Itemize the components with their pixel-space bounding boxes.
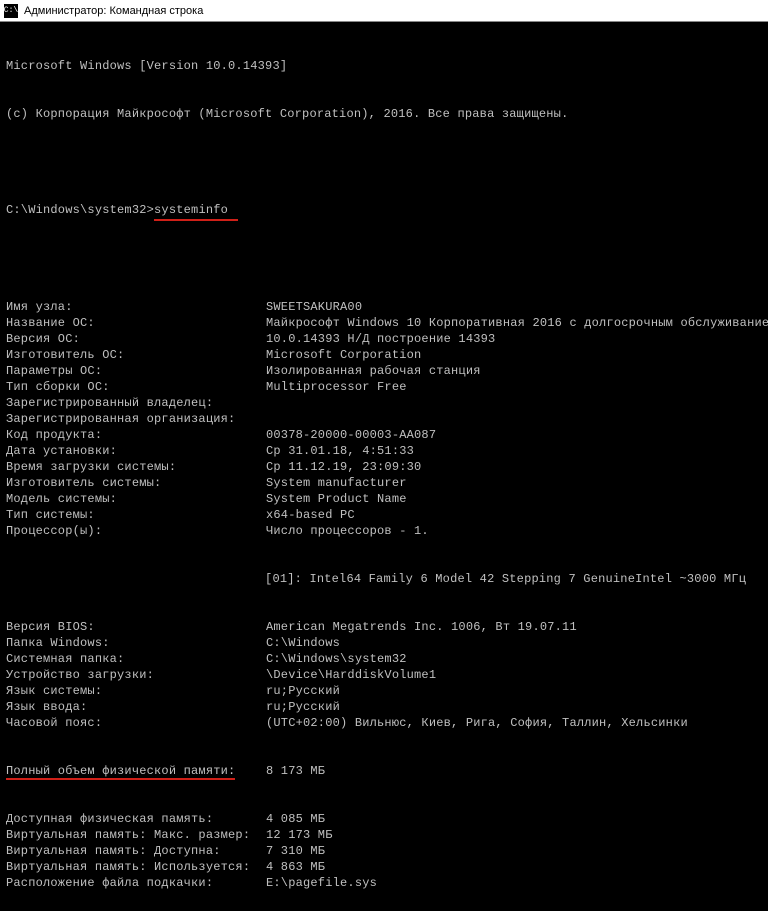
info-row: Версия BIOS:American Megatrends Inc. 100… <box>6 619 762 635</box>
info-row: Изготовитель системы:System manufacturer <box>6 475 762 491</box>
info-row: Устройство загрузки:\Device\HarddiskVolu… <box>6 667 762 683</box>
info-row: Название ОС:Майкрософт Windows 10 Корпор… <box>6 315 762 331</box>
info-row: Язык ввода:ru;Русский <box>6 699 762 715</box>
cmd-icon: C:\ <box>4 4 18 18</box>
info-value: 4 863 МБ <box>266 860 325 874</box>
info-row: Время загрузки системы:Ср 11.12.19, 23:0… <box>6 459 762 475</box>
info-label: Часовой пояс: <box>6 715 266 731</box>
info-row: Версия ОС:10.0.14393 Н/Д построение 1439… <box>6 331 762 347</box>
info-value: 12 173 МБ <box>266 828 333 842</box>
info-row: Изготовитель ОС:Microsoft Corporation <box>6 347 762 363</box>
info-label: Зарегистрированный владелец: <box>6 395 266 411</box>
info-row: Код продукта:00378-20000-00003-AA087 <box>6 427 762 443</box>
header-line-1: Microsoft Windows [Version 10.0.14393] <box>6 58 762 74</box>
info-label: Имя узла: <box>6 299 266 315</box>
info-value: \Device\HarddiskVolume1 <box>266 668 436 682</box>
header-line-2: (c) Корпорация Майкрософт (Microsoft Cor… <box>6 106 762 122</box>
info-row: Виртуальная память: Доступна:7 310 МБ <box>6 843 762 859</box>
info-row: Зарегистрированный владелец: <box>6 395 762 411</box>
info-label: Процессор(ы): <box>6 523 266 539</box>
info-row: Модель системы:System Product Name <box>6 491 762 507</box>
info-label: Версия ОС: <box>6 331 266 347</box>
info-label: Доступная физическая память: <box>6 811 266 827</box>
info-value: 00378-20000-00003-AA087 <box>266 428 436 442</box>
info-value: Ср 11.12.19, 23:09:30 <box>266 460 421 474</box>
info-value: System Product Name <box>266 492 407 506</box>
info-row: Часовой пояс:(UTC+02:00) Вильнюс, Киев, … <box>6 715 762 731</box>
info-label: Изготовитель системы: <box>6 475 266 491</box>
info-row: Доступная физическая память:4 085 МБ <box>6 811 762 827</box>
info-label: Виртуальная память: Используется: <box>6 859 266 875</box>
info-value: 7 310 МБ <box>266 844 325 858</box>
info-value: 10.0.14393 Н/Д построение 14393 <box>266 332 495 346</box>
info-row: Дата установки:Ср 31.01.18, 4:51:33 <box>6 443 762 459</box>
info-value: Майкрософт Windows 10 Корпоративная 2016… <box>266 316 768 330</box>
info-row-mem-highlight: Полный объем физической памяти: 8 173 МБ <box>6 763 762 779</box>
info-row: Тип системы:x64-based PC <box>6 507 762 523</box>
info-row: Процессор(ы):Число процессоров - 1. <box>6 523 762 539</box>
info-label: Модель системы: <box>6 491 266 507</box>
info-value: Microsoft Corporation <box>266 348 421 362</box>
info-value: System manufacturer <box>266 476 407 490</box>
info-value: C:\Windows <box>266 636 340 650</box>
terminal-output: Microsoft Windows [Version 10.0.14393] (… <box>0 22 768 911</box>
info-value: Ср 31.01.18, 4:51:33 <box>266 444 414 458</box>
info-label: Язык ввода: <box>6 699 266 715</box>
mem-highlight-label: Полный объем физической памяти: <box>6 763 235 779</box>
info-label: Устройство загрузки: <box>6 667 266 683</box>
info-label: Изготовитель ОС: <box>6 347 266 363</box>
info-value: American Megatrends Inc. 1006, Вт 19.07.… <box>266 620 577 634</box>
info-value: C:\Windows\system32 <box>266 652 407 666</box>
info-value: SWEETSAKURA00 <box>266 300 362 314</box>
info-label: Расположение файла подкачки: <box>6 875 266 891</box>
info-label: Тип сборки ОС: <box>6 379 266 395</box>
info-value: Изолированная рабочая станция <box>266 364 481 378</box>
prompt-path: C:\Windows\system32> <box>6 203 154 217</box>
window-title: Администратор: Командная строка <box>24 5 203 17</box>
info-row: Папка Windows:C:\Windows <box>6 635 762 651</box>
window-titlebar[interactable]: C:\ Администратор: Командная строка <box>0 0 768 22</box>
prompt-line: C:\Windows\system32>systeminfo <box>6 202 762 218</box>
info-label: Язык системы: <box>6 683 266 699</box>
info-value: ru;Русский <box>266 700 340 714</box>
info-row: Параметры ОС:Изолированная рабочая станц… <box>6 363 762 379</box>
info-value: x64-based PC <box>266 508 355 522</box>
info-value: ru;Русский <box>266 684 340 698</box>
info-label: Виртуальная память: Доступна: <box>6 843 266 859</box>
info-value: E:\pagefile.sys <box>266 876 377 890</box>
info-label: Тип системы: <box>6 507 266 523</box>
info-value: Число процессоров - 1. <box>266 524 429 538</box>
info-label: Зарегистрированная организация: <box>6 411 266 427</box>
info-label: Название ОС: <box>6 315 266 331</box>
info-label: Виртуальная память: Макс. размер: <box>6 827 266 843</box>
info-row: Зарегистрированная организация: <box>6 411 762 427</box>
info-row: Системная папка:C:\Windows\system32 <box>6 651 762 667</box>
info-value: 4 085 МБ <box>266 812 325 826</box>
info-row: Язык системы:ru;Русский <box>6 683 762 699</box>
info-value: Multiprocessor Free <box>266 380 407 394</box>
info-label: Папка Windows: <box>6 635 266 651</box>
info-label: Дата установки: <box>6 443 266 459</box>
info-row: Имя узла:SWEETSAKURA00 <box>6 299 762 315</box>
info-row: Расположение файла подкачки:E:\pagefile.… <box>6 875 762 891</box>
info-label: Код продукта: <box>6 427 266 443</box>
info-label: Системная папка: <box>6 651 266 667</box>
cpu-detail-line: [01]: Intel64 Family 6 Model 42 Stepping… <box>6 571 762 587</box>
command-text: systeminfo <box>154 202 228 218</box>
info-row: Виртуальная память: Используется:4 863 М… <box>6 859 762 875</box>
info-row: Виртуальная память: Макс. размер:12 173 … <box>6 827 762 843</box>
info-label: Версия BIOS: <box>6 619 266 635</box>
info-row: Тип сборки ОС:Multiprocessor Free <box>6 379 762 395</box>
mem-highlight-value: 8 173 МБ <box>266 764 325 778</box>
info-label: Время загрузки системы: <box>6 459 266 475</box>
info-label: Параметры ОС: <box>6 363 266 379</box>
info-value: (UTC+02:00) Вильнюс, Киев, Рига, София, … <box>266 716 688 730</box>
